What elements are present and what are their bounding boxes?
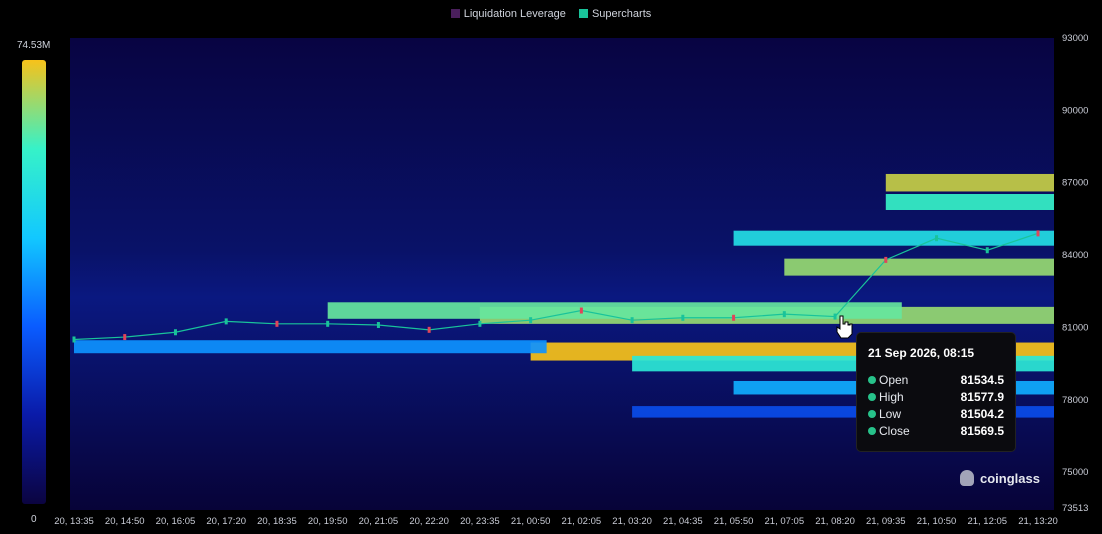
x-tick-label: 21, 02:05 <box>562 516 602 527</box>
status-dot-icon <box>868 427 876 435</box>
price-candle <box>173 329 177 336</box>
status-dot-icon <box>868 410 876 418</box>
coinglass-logo-icon <box>960 470 974 486</box>
heatmap-chart[interactable]: 93000 90000 87000 84000 81000 78000 75000 73513… <box>0 0 1102 534</box>
tooltip-value: 81577.9 <box>960 390 1004 404</box>
coinglass-watermark: coinglass <box>960 470 1040 486</box>
price-candle <box>123 334 127 341</box>
x-tick-label: 20, 22:20 <box>409 516 449 527</box>
x-tick-label: 20, 16:05 <box>156 516 196 527</box>
x-tick-label: 20, 21:05 <box>359 516 399 527</box>
price-candle <box>681 314 685 321</box>
tooltip-row-high: High 81577.9 <box>868 390 1004 406</box>
x-tick-label: 21, 12:05 <box>967 516 1007 527</box>
color-scale-min: 0 <box>31 514 37 525</box>
y-axis: 93000 90000 87000 84000 81000 78000 75000 73513 <box>1062 33 1088 514</box>
tooltip-value: 81504.2 <box>960 407 1004 421</box>
status-dot-icon <box>868 376 876 384</box>
watermark-text: coinglass <box>980 471 1040 486</box>
x-tick-label: 21, 09:35 <box>866 516 906 527</box>
tooltip-title: 21 Sep 2026, 08:15 <box>868 346 975 360</box>
price-candle <box>376 322 380 329</box>
price-candle <box>224 318 228 325</box>
price-candle <box>579 307 583 314</box>
liquidation-band <box>885 194 1054 211</box>
x-tick-label: 20, 19:50 <box>308 516 348 527</box>
price-candle <box>884 256 888 263</box>
x-tick-label: 21, 07:05 <box>765 516 805 527</box>
price-candle <box>782 311 786 318</box>
status-dot-icon <box>868 393 876 401</box>
price-candle <box>630 317 634 324</box>
tooltip-label: Close <box>879 424 910 438</box>
x-axis: 20, 13:35 20, 14:50 20, 16:05 20, 17:20 20, … <box>54 516 1058 527</box>
y-tick-label: 75000 <box>1062 467 1088 478</box>
x-tick-label: 20, 23:35 <box>460 516 500 527</box>
y-tick-label: 87000 <box>1062 178 1088 189</box>
tooltip-label: Open <box>879 373 909 387</box>
price-candle <box>833 313 837 320</box>
x-tick-label: 21, 04:35 <box>663 516 703 527</box>
tooltip-row-close: Close 81569.5 <box>868 424 1004 440</box>
x-tick-label: 20, 14:50 <box>105 516 145 527</box>
price-candle <box>529 317 533 324</box>
price-candle <box>326 320 330 327</box>
price-candle <box>478 320 482 327</box>
tooltip-label: Low <box>879 407 902 421</box>
price-candle <box>72 336 76 343</box>
color-scale-max: 74.53M <box>17 40 51 51</box>
x-tick-label: 21, 00:50 <box>511 516 551 527</box>
tooltip-value: 81534.5 <box>960 373 1004 387</box>
color-scale-bar <box>22 60 46 504</box>
price-candle <box>427 326 431 333</box>
tooltip-row-open: Open 81534.5 <box>868 373 1004 389</box>
tooltip-value: 81569.5 <box>960 424 1004 438</box>
ohlc-tooltip: 21 Sep 2026, 08:15 Open 81534.5 High 815… <box>856 332 1016 452</box>
y-tick-label: 93000 <box>1062 33 1088 44</box>
x-tick-label: 21, 10:50 <box>917 516 957 527</box>
y-tick-label: 84000 <box>1062 250 1088 261</box>
liquidation-band <box>885 173 1054 192</box>
x-tick-label: 21, 03:20 <box>612 516 652 527</box>
x-tick-label: 21, 08:20 <box>815 516 855 527</box>
x-tick-label: 20, 13:35 <box>54 516 94 527</box>
x-tick-label: 20, 18:35 <box>257 516 297 527</box>
x-tick-label: 21, 13:20 <box>1018 516 1058 527</box>
tooltip-row-low: Low 81504.2 <box>868 407 1004 423</box>
price-candle <box>275 320 279 327</box>
price-candle <box>985 247 989 254</box>
y-tick-label: 78000 <box>1062 395 1088 406</box>
tooltip-label: High <box>879 390 904 404</box>
liquidation-band <box>74 340 547 354</box>
price-candle <box>1036 230 1040 237</box>
x-tick-label: 21, 05:50 <box>714 516 754 527</box>
y-tick-label: 81000 <box>1062 322 1088 333</box>
x-tick-label: 20, 17:20 <box>206 516 246 527</box>
liquidation-band <box>784 258 1054 276</box>
y-tick-label: 73513 <box>1062 503 1088 514</box>
price-candle <box>935 235 939 242</box>
price-candle <box>732 314 736 321</box>
y-tick-label: 90000 <box>1062 105 1088 116</box>
